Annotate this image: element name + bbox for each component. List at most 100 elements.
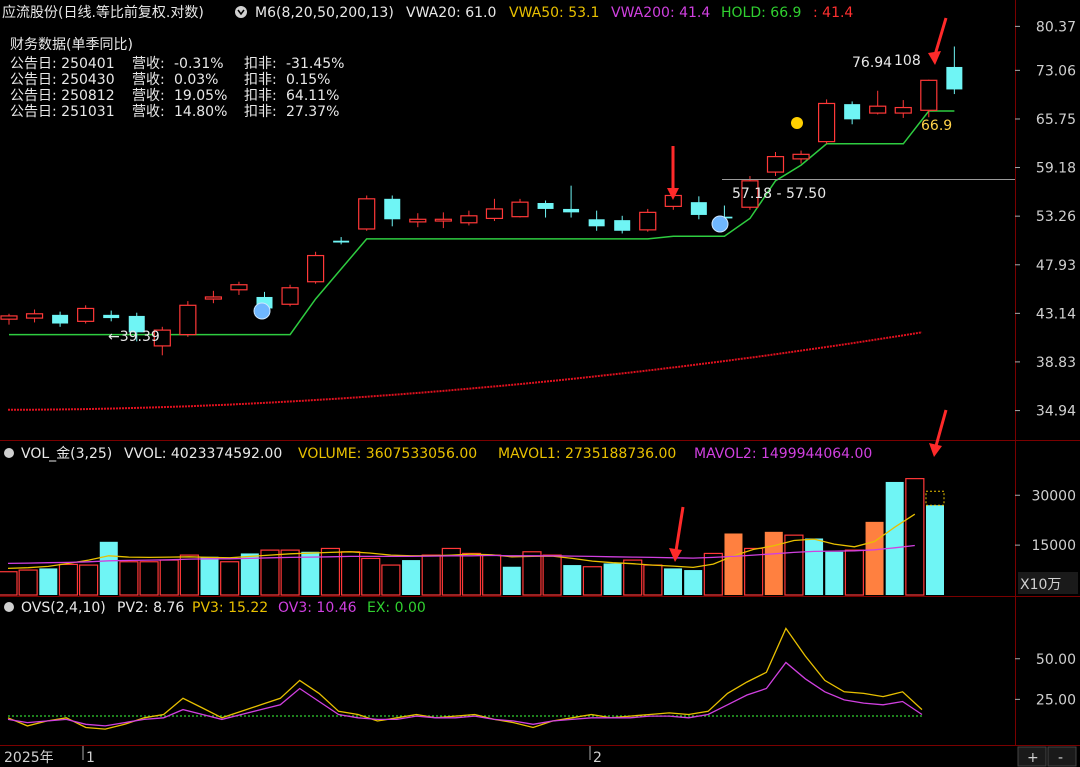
volume-bar [220, 561, 240, 596]
candle-body [103, 314, 120, 319]
candle-body [869, 105, 887, 114]
financial-date: 公告日: 250430 [10, 72, 115, 88]
callout-arrow-head [669, 548, 682, 562]
chart-canvas: 应流股份(日线.等比前复权.对数) M6(8,20,50,200,13) VWA… [0, 0, 1080, 767]
candle-body [511, 201, 529, 218]
price-tick-label: 43.14 [1036, 306, 1076, 322]
volume-bar [39, 568, 58, 595]
indicator-value: VWA200: 41.4 [611, 5, 710, 21]
candle-body [333, 240, 350, 243]
ovs-indicator-value: PV2: 8.76 [117, 600, 184, 616]
stock-title[interactable]: 应流股份(日线.等比前复权.对数) [2, 4, 204, 21]
financial-panel: 财务数据(单季同比) 公告日: 250401 营收: -0.31% 扣非: -31.45… [10, 37, 344, 120]
indicator-value: VWA20: 61.0 [406, 5, 496, 21]
financial-profit-value: 27.37% [286, 104, 339, 120]
financial-profit-value: 0.15% [286, 72, 330, 88]
price-tick-label: 65.75 [1036, 112, 1076, 128]
dropdown-icon[interactable] [235, 6, 247, 18]
volume-bar [684, 570, 703, 595]
volume-bar [764, 531, 783, 595]
volume-header: VOL_金(3,25) VVOL: 4023374592.00 VOLUME: 3… [4, 446, 872, 462]
volume-tick-label: 30000 [1031, 488, 1076, 504]
high-price-label: 76.94 [852, 55, 892, 71]
volume-bar [703, 552, 723, 596]
volume-indicator-value: VVOL: 4023374592.00 [124, 446, 282, 462]
hold-line [9, 110, 955, 336]
volume-bar [461, 552, 482, 596]
volume-bar [0, 571, 18, 596]
volume-bar [784, 534, 804, 596]
indicator-name[interactable]: M6(8,20,50,200,13) [255, 5, 394, 21]
financial-revenue-value: -0.31% [174, 56, 224, 72]
volume-bar [522, 551, 542, 596]
volume-bar [240, 553, 259, 595]
candle-body [894, 106, 912, 114]
volume-projection-box [925, 490, 945, 506]
financial-date: 公告日: 250401 [10, 56, 115, 72]
candle-body [307, 254, 325, 283]
volume-bar [18, 569, 38, 596]
ovs-indicator-name[interactable]: OVS(2,4,10) [21, 600, 106, 616]
candle-body [281, 287, 299, 305]
volume-bar [320, 547, 341, 596]
signal-dot [791, 117, 803, 129]
volume-bar [664, 568, 683, 595]
indicator-value: : 41.4 [813, 5, 853, 21]
candle-body [0, 315, 18, 320]
volume-bar [260, 549, 280, 596]
volume-bar [865, 521, 884, 595]
financial-profit-value: 64.11% [286, 88, 339, 104]
financial-title: 财务数据(单季同比) [10, 37, 133, 53]
volume-unit-label: X10万 [1020, 577, 1061, 593]
volume-bar [361, 557, 381, 596]
candle-body [52, 314, 69, 324]
dropdown-icon[interactable] [4, 602, 14, 612]
financial-revenue-value: 14.80% [174, 104, 227, 120]
financial-revenue-label: 营收: [132, 72, 165, 88]
callout-arrow-head [928, 51, 941, 65]
ovs-indicator-value: PV3: 15.22 [192, 600, 268, 616]
volume-indicator-name[interactable]: VOL_金(3,25) [21, 446, 112, 462]
time-month-label: 2 [593, 750, 602, 766]
volume-bar [542, 554, 562, 596]
callout-arrow [933, 17, 948, 56]
candle-body [384, 198, 401, 220]
volume-bar [79, 564, 99, 596]
candle-body [766, 156, 785, 173]
volume-bar [139, 561, 159, 596]
financial-revenue-label: 营收: [132, 104, 165, 120]
callout-arrow-head [929, 443, 942, 457]
volume-bar [805, 538, 824, 595]
volume-bar [502, 566, 521, 595]
candle-body [537, 203, 554, 209]
volume-bar [825, 551, 844, 595]
time-axis: 2025年 1 2 [4, 746, 602, 766]
price-tick-label: 38.83 [1036, 355, 1076, 371]
indicator-values: VWA20: 61.0 VWA50: 53.1 VWA200: 41.4 HOLD: … [406, 5, 853, 21]
financial-profit-value: -31.45% [286, 56, 344, 72]
ovs-indicator-value: OV3: 10.46 [278, 600, 357, 616]
low-price-label: ←39.39 [108, 329, 160, 345]
indicator-value: VWA50: 53.1 [509, 5, 599, 21]
volume-axis: 30000 15000 X10万 [1015, 488, 1078, 594]
candle-body [817, 102, 836, 143]
price-axis: 80.37 73.06 65.75 59.18 53.26 47.93 43.14 38.83… [1015, 19, 1076, 420]
candle-body [563, 208, 580, 213]
dropdown-icon[interactable] [4, 448, 14, 458]
financial-revenue-label: 营收: [132, 56, 165, 72]
financial-revenue-label: 营收: [132, 88, 165, 104]
candle-body [230, 284, 248, 291]
zoom-in-label: + [1027, 750, 1039, 766]
zoom-out-label: - [1058, 750, 1063, 766]
volume-bar [603, 563, 622, 595]
volume-bars [0, 478, 945, 596]
buy-signal-marker [253, 302, 271, 320]
volume-bar [99, 541, 118, 595]
volume-bar [340, 551, 361, 596]
candle-body [690, 202, 707, 215]
financial-revenue-value: 0.03% [174, 72, 218, 88]
volume-bar [301, 551, 320, 595]
high-price-suffix: 108 [894, 53, 921, 69]
volume-bar [926, 505, 944, 595]
candle-body [358, 198, 376, 230]
